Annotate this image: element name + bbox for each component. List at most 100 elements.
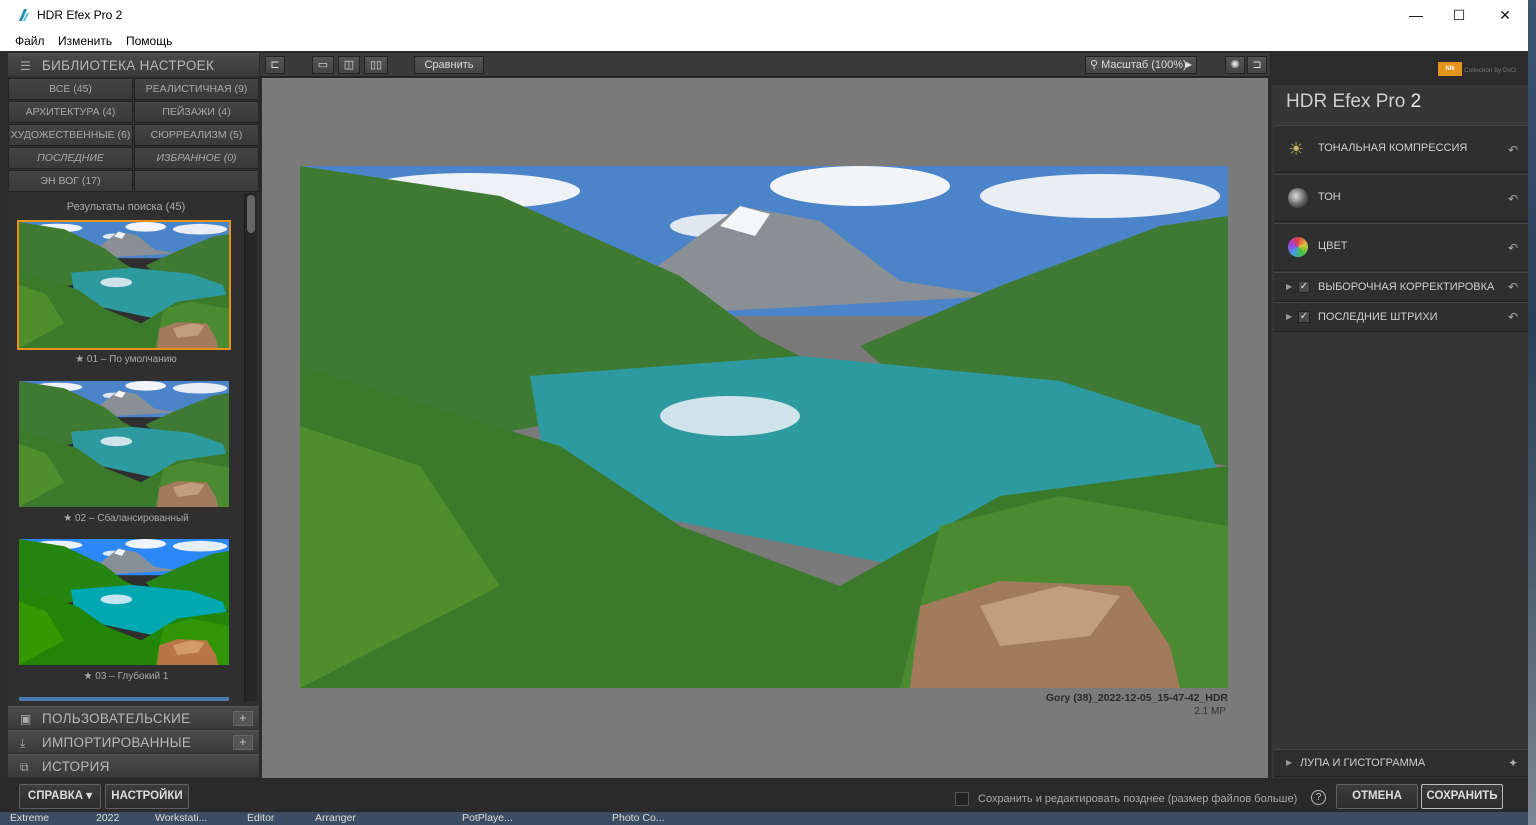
image-size: 2.1 MP — [1194, 706, 1226, 717]
preset-caption: ★ 01 – По умолчанию — [75, 354, 177, 365]
save-later-label: Сохранить и редактировать позднее (разме… — [978, 793, 1298, 805]
folder-icon: ▣ — [20, 712, 32, 726]
filter-all[interactable]: ВСЕ (45) — [8, 78, 133, 100]
app-icon — [19, 9, 29, 21]
filter-favorites[interactable]: ИЗБРАННОЕ (0) — [134, 147, 259, 169]
add-user-preset-button[interactable]: + — [233, 711, 253, 726]
preset-thumb-partial[interactable] — [19, 697, 229, 701]
preview-image[interactable] — [300, 166, 1228, 688]
add-imported-preset-button[interactable]: + — [233, 735, 253, 750]
taskbar-item[interactable]: Arranger — [315, 812, 356, 824]
reset-icon[interactable]: ↶ — [1508, 192, 1518, 206]
zoom-label: Масштаб (100%) — [1101, 59, 1187, 71]
filter-surreal[interactable]: СЮРРЕАЛИЗМ (5) — [134, 124, 259, 146]
save-later-checkbox[interactable] — [955, 792, 969, 806]
section-imported-presets[interactable]: ⤓ ИМПОРТИРОВАННЫЕ + — [8, 730, 259, 753]
triangle-right-icon: ▶ — [1185, 60, 1192, 69]
single-view-icon[interactable]: ▭ — [312, 56, 334, 74]
section-history[interactable]: ⧉ ИСТОРИЯ — [8, 754, 259, 777]
cancel-button[interactable]: ОТМЕНА — [1336, 784, 1418, 809]
reset-icon[interactable]: ↶ — [1508, 310, 1518, 324]
section-selective-adjustments[interactable]: ▶ ✓ ВЫБОРОЧНАЯ КОРРЕКТИРОВКА ↶ — [1274, 272, 1528, 302]
section-tone[interactable]: ТОН ↶ — [1274, 174, 1528, 222]
nik-logo: Nik — [1438, 62, 1462, 76]
image-filename: Gory (38)_2022-12-05_15-47-42_HDR — [1045, 692, 1228, 704]
preset-scrollbar[interactable] — [244, 193, 257, 701]
section-color[interactable]: ЦВЕТ ↶ — [1274, 223, 1528, 271]
section-tone-compression[interactable]: ☀ ТОНАЛЬНАЯ КОМПРЕССИЯ ↶ — [1274, 125, 1528, 173]
filter-artistic[interactable]: ХУДОЖЕСТВЕННЫЕ (6) — [8, 124, 133, 146]
finishing-touches-checkbox[interactable]: ✓ — [1298, 311, 1310, 323]
brand-bar: Nik Collection by DxO — [1272, 53, 1528, 85]
split-view-icon[interactable]: ◫ — [338, 56, 360, 74]
bottom-bar: СПРАВКА ▾ НАСТРОЙКИ Сохранить и редактир… — [0, 778, 1528, 812]
app-name: HDR Efex Pro — [1286, 91, 1406, 112]
section-label: ТОН — [1318, 191, 1341, 203]
reset-icon[interactable]: ↶ — [1508, 280, 1518, 294]
taskbar-item[interactable]: Workstati... — [155, 812, 207, 824]
preset-library-title: БИБЛИОТЕКА НАСТРОЕК — [42, 58, 215, 73]
section-loupe-histogram[interactable]: ▶ ЛУПА И ГИСТОГРАММА ✦ — [1274, 749, 1528, 777]
preset-thumb-balanced[interactable] — [19, 381, 229, 507]
background-light-icon[interactable]: ✺ — [1225, 56, 1245, 74]
section-label: ТОНАЛЬНАЯ КОМПРЕССИЯ — [1318, 142, 1468, 154]
filter-en-vogue[interactable]: ЭН ВОГ (17) — [8, 170, 133, 192]
taskbar-item[interactable]: Extreme — [10, 812, 49, 824]
toggle-right-panel-button[interactable]: ⊐ — [1247, 56, 1267, 74]
color-wheel-icon — [1288, 237, 1308, 257]
aperture-icon — [1288, 188, 1308, 208]
preset-thumb-deep-1[interactable] — [19, 539, 229, 665]
save-button[interactable]: СОХРАНИТЬ — [1421, 784, 1503, 809]
magnifier-icon: ⚲ — [1090, 59, 1099, 71]
side-by-side-view-icon[interactable]: ▯▯ — [364, 56, 388, 74]
preset-caption: ★ 03 – Глубокий 1 — [83, 671, 169, 682]
filter-architecture[interactable]: АРХИТЕКТУРА (4) — [8, 101, 133, 123]
section-user-presets[interactable]: ▣ ПОЛЬЗОВАТЕЛЬСКИЕ + — [8, 706, 259, 729]
minimize-button[interactable]: — — [1393, 0, 1439, 31]
close-button[interactable]: ✕ — [1482, 0, 1528, 31]
filter-empty — [134, 170, 259, 192]
toggle-left-panel-button[interactable]: ⊏ — [265, 56, 285, 74]
filter-recent[interactable]: ПОСЛЕДНИЕ — [8, 147, 133, 169]
taskbar-item[interactable]: Photo Co... — [612, 812, 665, 824]
settings-button[interactable]: НАСТРОЙКИ — [105, 784, 189, 809]
taskbar-item[interactable]: Editor — [247, 812, 274, 824]
search-results-label: Результаты поиска (45) — [66, 201, 186, 213]
reset-icon[interactable]: ↶ — [1508, 241, 1518, 255]
nik-collection-label: Collection by DxO — [1464, 67, 1517, 74]
preset-library-header[interactable]: ☰ БИБЛИОТЕКА НАСТРОЕК — [8, 53, 259, 76]
zoom-dropdown[interactable]: ⚲ Масштаб (100%) ▶ — [1085, 56, 1197, 74]
expand-arrow-icon[interactable]: ▶ — [1286, 758, 1292, 767]
import-icon: ⤓ — [20, 736, 26, 750]
menu-file[interactable]: Файл — [15, 34, 45, 48]
preset-thumb-image — [19, 222, 229, 348]
menu-help[interactable]: Помощь — [126, 34, 172, 48]
menu-edit[interactable]: Изменить — [58, 34, 112, 48]
help-dropdown-button[interactable]: СПРАВКА ▾ — [19, 784, 101, 809]
view-toolbar: ⊏ ▭ ◫ ▯▯ Сравнить ⚲ Масштаб (100%) ▶ ✺ ⊐ — [260, 53, 1270, 77]
history-icon: ⧉ — [20, 760, 29, 774]
preset-thumb-image — [19, 381, 229, 507]
maximize-button[interactable]: ☐ — [1436, 0, 1482, 31]
pin-icon[interactable]: ✦ — [1508, 756, 1518, 770]
filter-realistic[interactable]: РЕАЛИСТИЧНАЯ (9) — [134, 78, 259, 100]
expand-arrow-icon[interactable]: ▶ — [1286, 312, 1292, 321]
taskbar: Extreme 2022 Workstati... Editor Arrange… — [0, 812, 1528, 825]
compare-button[interactable]: Сравнить — [414, 56, 484, 74]
section-label: ИМПОРТИРОВАННЫЕ — [42, 735, 192, 750]
section-label: ИСТОРИЯ — [42, 759, 110, 774]
reset-icon[interactable]: ↶ — [1508, 143, 1518, 157]
filter-landscapes[interactable]: ПЕЙЗАЖИ (4) — [134, 101, 259, 123]
adjustments-panel: Nik Collection by DxO HDR Efex Pro 2 ☀ Т… — [1272, 53, 1528, 778]
preset-thumb-image — [19, 539, 229, 665]
preset-thumb-default[interactable] — [17, 220, 231, 350]
scrollbar-thumb[interactable] — [247, 195, 255, 233]
expand-arrow-icon[interactable]: ▶ — [1286, 282, 1292, 291]
taskbar-item[interactable]: 2022 — [96, 812, 119, 824]
selective-adjustments-checkbox[interactable]: ✓ — [1298, 281, 1310, 293]
desktop-background — [1528, 0, 1536, 825]
question-icon[interactable]: ? — [1311, 790, 1326, 805]
section-finishing-touches[interactable]: ▶ ✓ ПОСЛЕДНИЕ ШТРИХИ ↶ — [1274, 302, 1528, 332]
taskbar-item[interactable]: PotPlaye... — [462, 812, 513, 824]
section-label: ПОЛЬЗОВАТЕЛЬСКИЕ — [42, 711, 191, 726]
